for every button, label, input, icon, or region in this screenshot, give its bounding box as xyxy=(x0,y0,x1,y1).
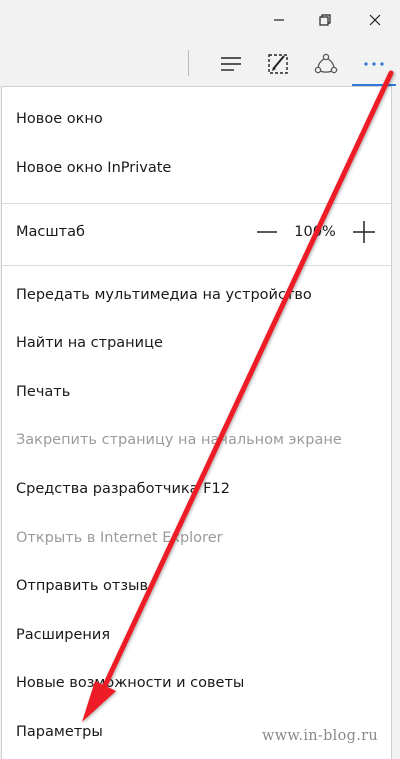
minimize-button[interactable] xyxy=(256,0,302,40)
title-bar xyxy=(0,0,400,40)
zoom-out-button[interactable] xyxy=(252,208,282,256)
hub-icon xyxy=(221,57,241,71)
menu-item-find-on-page[interactable]: Найти на странице xyxy=(2,319,392,367)
share-button[interactable] xyxy=(306,44,346,84)
menu-item-pin-to-start: Закрепить страницу на начальном экране xyxy=(16,432,342,448)
menu-item-open-in-ie: Открыть в Internet Explorer xyxy=(16,530,223,546)
more-icon xyxy=(364,62,384,66)
minimize-icon xyxy=(274,19,284,21)
menu-item-whats-new[interactable]: Новые возможности и советы xyxy=(2,659,392,707)
zoom-in-button[interactable] xyxy=(349,208,379,256)
zoom-label: Масштаб xyxy=(16,224,85,240)
more-button[interactable] xyxy=(354,44,394,84)
more-actions-menu: Новое окно Новое окно InPrivate Масштаб … xyxy=(1,86,392,759)
restore-button[interactable] xyxy=(302,0,348,40)
menu-item-dev-tools[interactable]: Средства разработчика F12 xyxy=(2,465,392,513)
web-note-button[interactable] xyxy=(258,44,298,84)
menu-item-print[interactable]: Печать xyxy=(2,368,392,416)
share-icon xyxy=(314,53,338,74)
edge-window: Новое окно Новое окно InPrivate Масштаб … xyxy=(0,0,400,759)
close-icon xyxy=(369,14,381,26)
menu-separator xyxy=(2,203,392,204)
toolbar xyxy=(0,40,400,86)
menu-item-extensions[interactable]: Расширения xyxy=(2,611,392,659)
menu-item-cast-media[interactable]: Передать мультимедиа на устройство xyxy=(2,271,392,319)
hub-button[interactable] xyxy=(211,44,251,84)
restore-icon xyxy=(319,14,331,26)
menu-separator xyxy=(2,265,392,266)
plus-icon xyxy=(353,221,375,243)
close-button[interactable] xyxy=(352,0,398,40)
menu-item-new-inprivate[interactable]: Новое окно InPrivate xyxy=(2,144,392,192)
toolbar-separator xyxy=(188,50,189,76)
menu-item-send-feedback[interactable]: Отправить отзыв xyxy=(2,562,392,610)
zoom-value: 100% xyxy=(294,224,336,240)
web-note-icon xyxy=(268,54,288,74)
menu-item-new-window[interactable]: Новое окно xyxy=(2,95,392,143)
minus-icon xyxy=(257,231,277,233)
watermark: www.in-blog.ru xyxy=(262,728,379,744)
